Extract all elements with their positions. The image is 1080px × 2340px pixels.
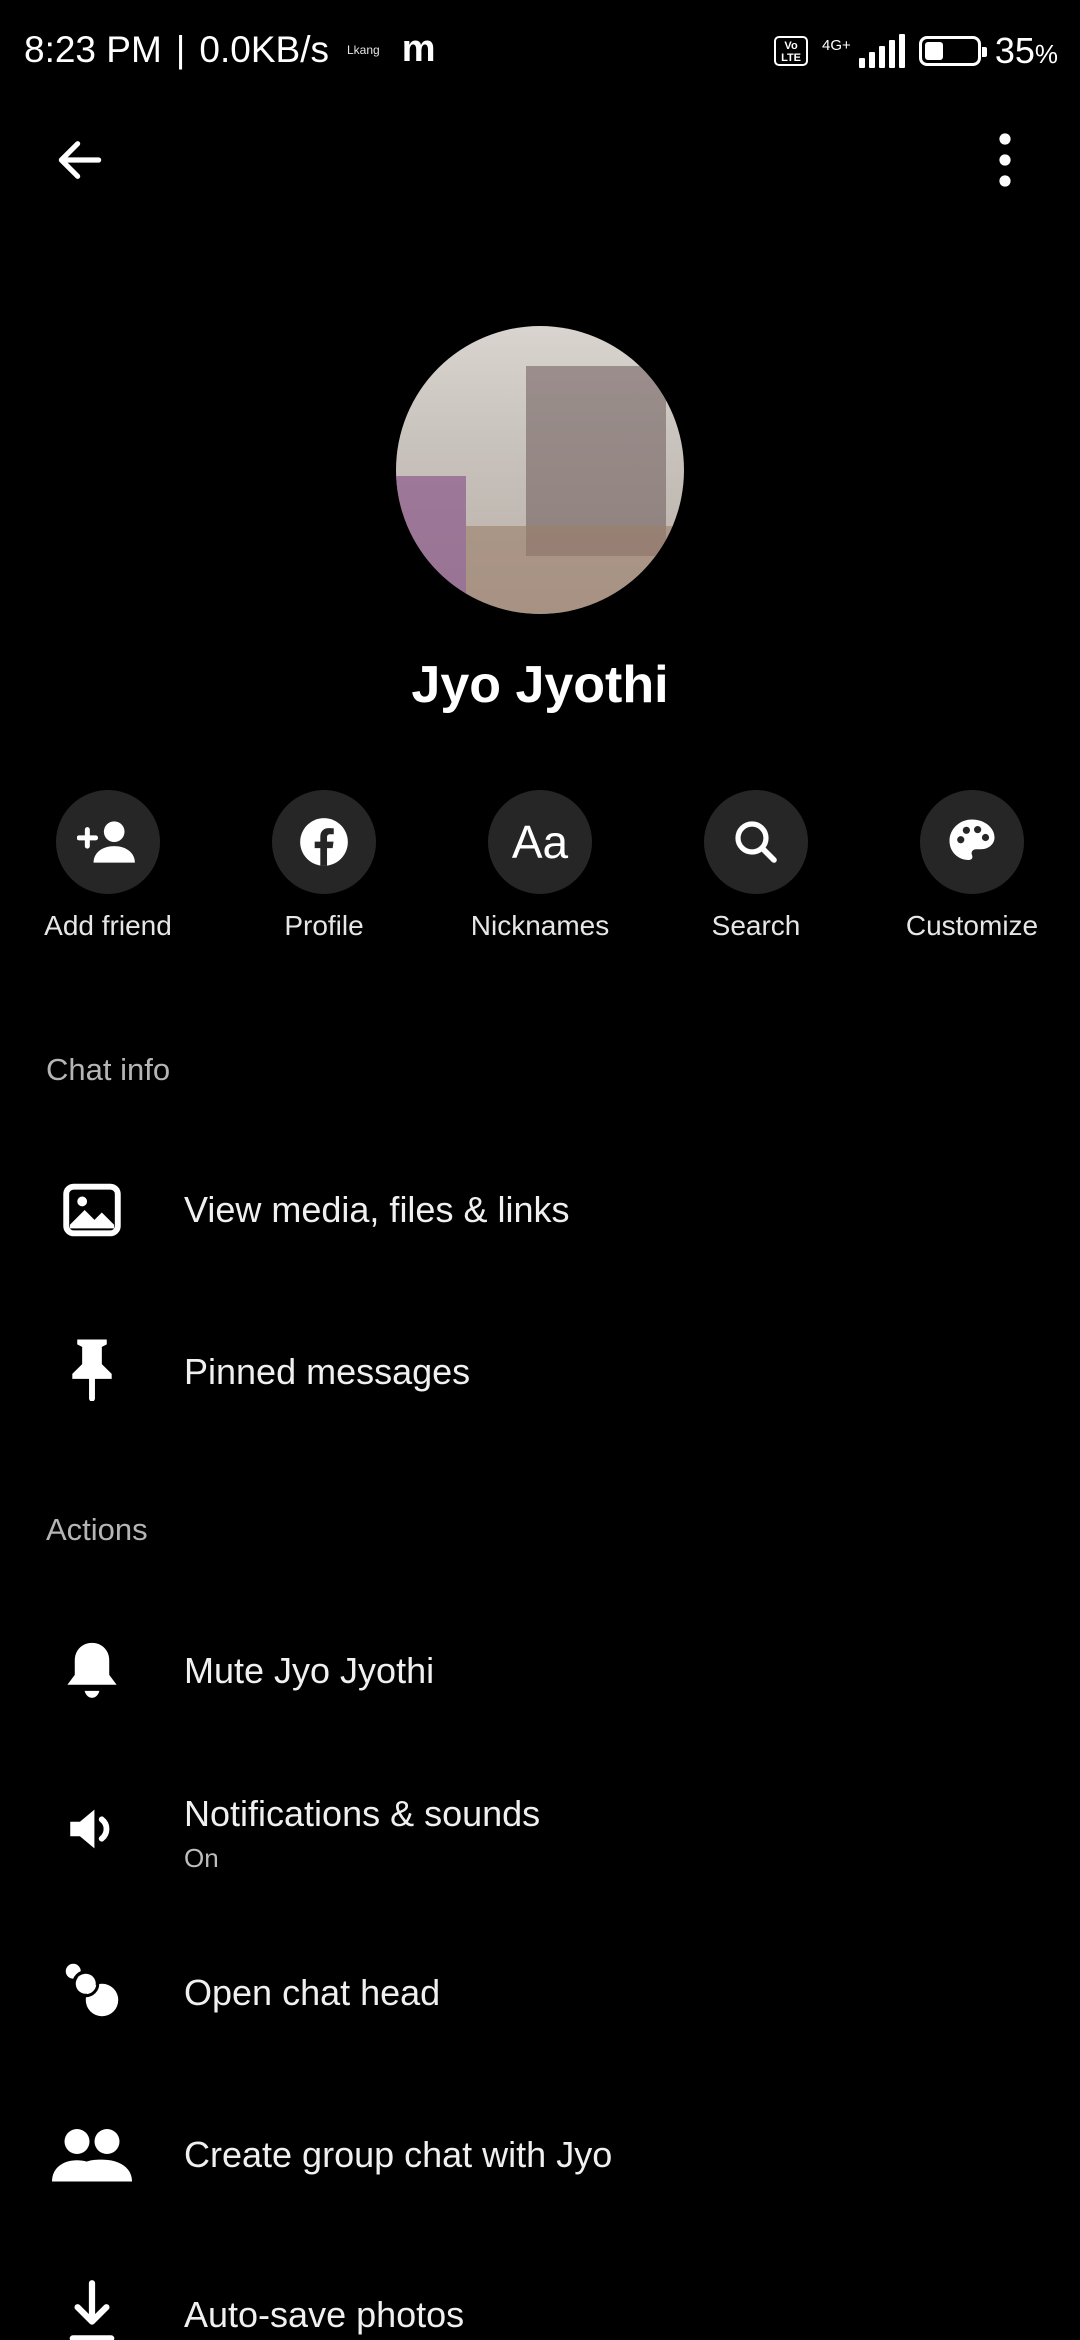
image-icon-wrap: [52, 1170, 132, 1250]
profile-label: Profile: [284, 910, 364, 941]
quick-actions: Add friend Profile Aa Nicknames Search C…: [0, 790, 1080, 950]
profile-circle: [272, 790, 376, 894]
status-left: 8:23 PM | 0.0KB/s Lkang m: [24, 28, 436, 71]
add-friend-button[interactable]: Add friend: [8, 790, 208, 942]
battery-icon: [918, 36, 987, 66]
pin-icon: [72, 1339, 112, 1401]
chat-head-icon: [65, 1963, 119, 2017]
screen: 8:23 PM | 0.0KB/s Lkang m Vo LTE 4G+ 35%: [0, 0, 1080, 2340]
notifications-label: Notifications & sounds: [184, 1793, 541, 1834]
people-icon: [52, 2129, 132, 2182]
chat-head-label: Open chat head: [184, 1972, 441, 2013]
chat-head-icon-wrap: [52, 1950, 132, 2030]
view-media-label: View media, files & links: [184, 1189, 570, 1230]
facebook-icon: [300, 818, 348, 866]
create-group-row[interactable]: Create group chat with Jyo: [0, 2080, 1080, 2230]
status-right: Vo LTE 4G+ 35%: [774, 30, 1058, 72]
contact-name: Jyo Jyothi: [411, 656, 669, 714]
chat-info-heading: Chat info: [46, 1052, 171, 1087]
battery-percent: 35: [994, 30, 1035, 71]
status-small-tag: Lkang: [347, 42, 380, 57]
nicknames-circle: Aa: [488, 790, 592, 894]
view-media-row[interactable]: View media, files & links: [0, 1135, 1080, 1285]
mute-row[interactable]: Mute Jyo Jyothi: [0, 1596, 1080, 1746]
more-vertical-icon: [999, 133, 1011, 187]
battery-text: 35%: [995, 30, 1058, 72]
nicknames-button[interactable]: Aa Nicknames: [440, 790, 640, 942]
image-icon: [63, 1183, 121, 1237]
customize-button[interactable]: Customize: [872, 790, 1072, 942]
arrow-left-icon: [58, 141, 102, 179]
search-icon: [735, 821, 777, 863]
pinned-messages-row[interactable]: Pinned messages: [0, 1297, 1080, 1447]
add-friend-label: Add friend: [44, 910, 172, 941]
battery-fill: [924, 42, 943, 60]
search-label: Search: [711, 910, 801, 941]
network-type: 4G+: [822, 37, 851, 54]
status-time: 8:23 PM: [24, 28, 162, 70]
mute-label: Mute Jyo Jyothi: [184, 1650, 435, 1691]
battery-unit: %: [1034, 39, 1058, 69]
aa-icon: Aa: [511, 816, 569, 868]
status-separator: |: [175, 28, 186, 70]
more-options-button[interactable]: [970, 120, 1040, 200]
bell-icon: [67, 1642, 117, 1698]
back-button[interactable]: [40, 120, 120, 200]
bell-icon-wrap: [52, 1630, 132, 1710]
chat-head-row[interactable]: Open chat head: [0, 1918, 1080, 2068]
notifications-status: On: [184, 1843, 219, 1873]
add-friend-icon: [77, 821, 135, 863]
palette-icon: [949, 819, 995, 860]
speaker-icon-wrap: [52, 1789, 132, 1869]
download-icon: [69, 2280, 115, 2340]
search-button[interactable]: Search: [656, 790, 856, 942]
signal-icon: 4G+: [822, 34, 905, 68]
profile-button[interactable]: Profile: [224, 790, 424, 942]
status-speed: 0.0KB/s: [199, 28, 329, 70]
auto-save-label: Auto-save photos: [184, 2294, 465, 2335]
auto-save-row[interactable]: Auto-save photos: [0, 2240, 1080, 2340]
download-icon-wrap: [52, 2272, 132, 2340]
actions-heading: Actions: [46, 1512, 148, 1547]
search-circle: [704, 790, 808, 894]
status-bar: 8:23 PM | 0.0KB/s Lkang m Vo LTE 4G+ 35%: [0, 0, 1080, 100]
volte-icon: Vo LTE: [774, 36, 809, 66]
speaker-icon: [70, 1809, 110, 1849]
pinned-messages-label: Pinned messages: [184, 1351, 471, 1392]
customize-label: Customize: [905, 910, 1039, 941]
create-group-label: Create group chat with Jyo: [184, 2134, 613, 2175]
customize-circle: [920, 790, 1024, 894]
people-icon-wrap: [50, 2114, 134, 2194]
avatar[interactable]: [396, 326, 684, 614]
add-friend-circle: [56, 790, 160, 894]
nicknames-label: Nicknames: [470, 910, 610, 941]
app-logo-icon: m: [401, 28, 436, 70]
pin-icon-wrap: [52, 1329, 132, 1409]
notifications-row[interactable]: Notifications & sounds On: [0, 1755, 1080, 1905]
